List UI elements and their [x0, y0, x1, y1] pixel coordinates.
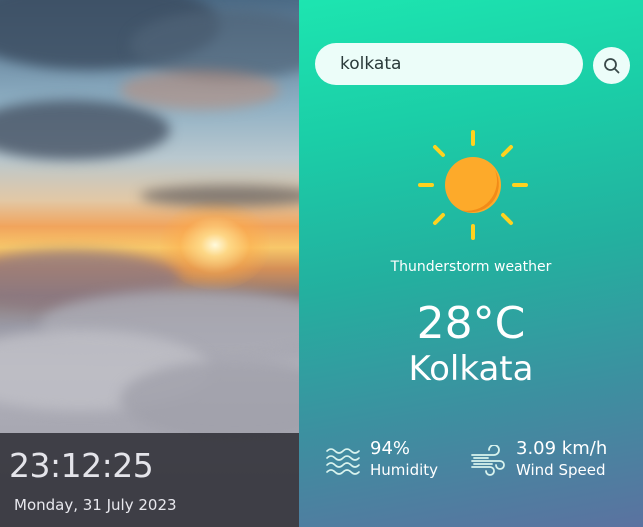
humidity-label: Humidity [370, 461, 439, 479]
date: Monday, 31 July 2023 [14, 496, 177, 514]
cloud-shape [140, 185, 299, 207]
humidity-value: 94% [370, 438, 411, 459]
humidity-icon [326, 448, 360, 475]
weather-condition: Thunderstorm weather [390, 259, 552, 275]
search-icon [603, 57, 619, 73]
city-name: Kolkata [408, 349, 534, 389]
clock: 23:12:25 [9, 446, 154, 485]
background-photo: 23:12:25 Monday, 31 July 2023 [0, 0, 299, 527]
temperature: 28°C [416, 298, 526, 349]
search-input[interactable] [315, 43, 583, 85]
wind-icon [471, 445, 505, 476]
cloud-shape [0, 100, 170, 160]
wind-speed-label: Wind Speed [516, 461, 606, 479]
search-button[interactable] [593, 47, 630, 84]
weather-panel: Thunderstorm weather 28°C Kolkata 94% Hu… [299, 0, 643, 527]
sun-icon [418, 130, 528, 240]
cloud-shape [120, 70, 280, 110]
wind-speed-value: 3.09 km/h [516, 438, 608, 459]
